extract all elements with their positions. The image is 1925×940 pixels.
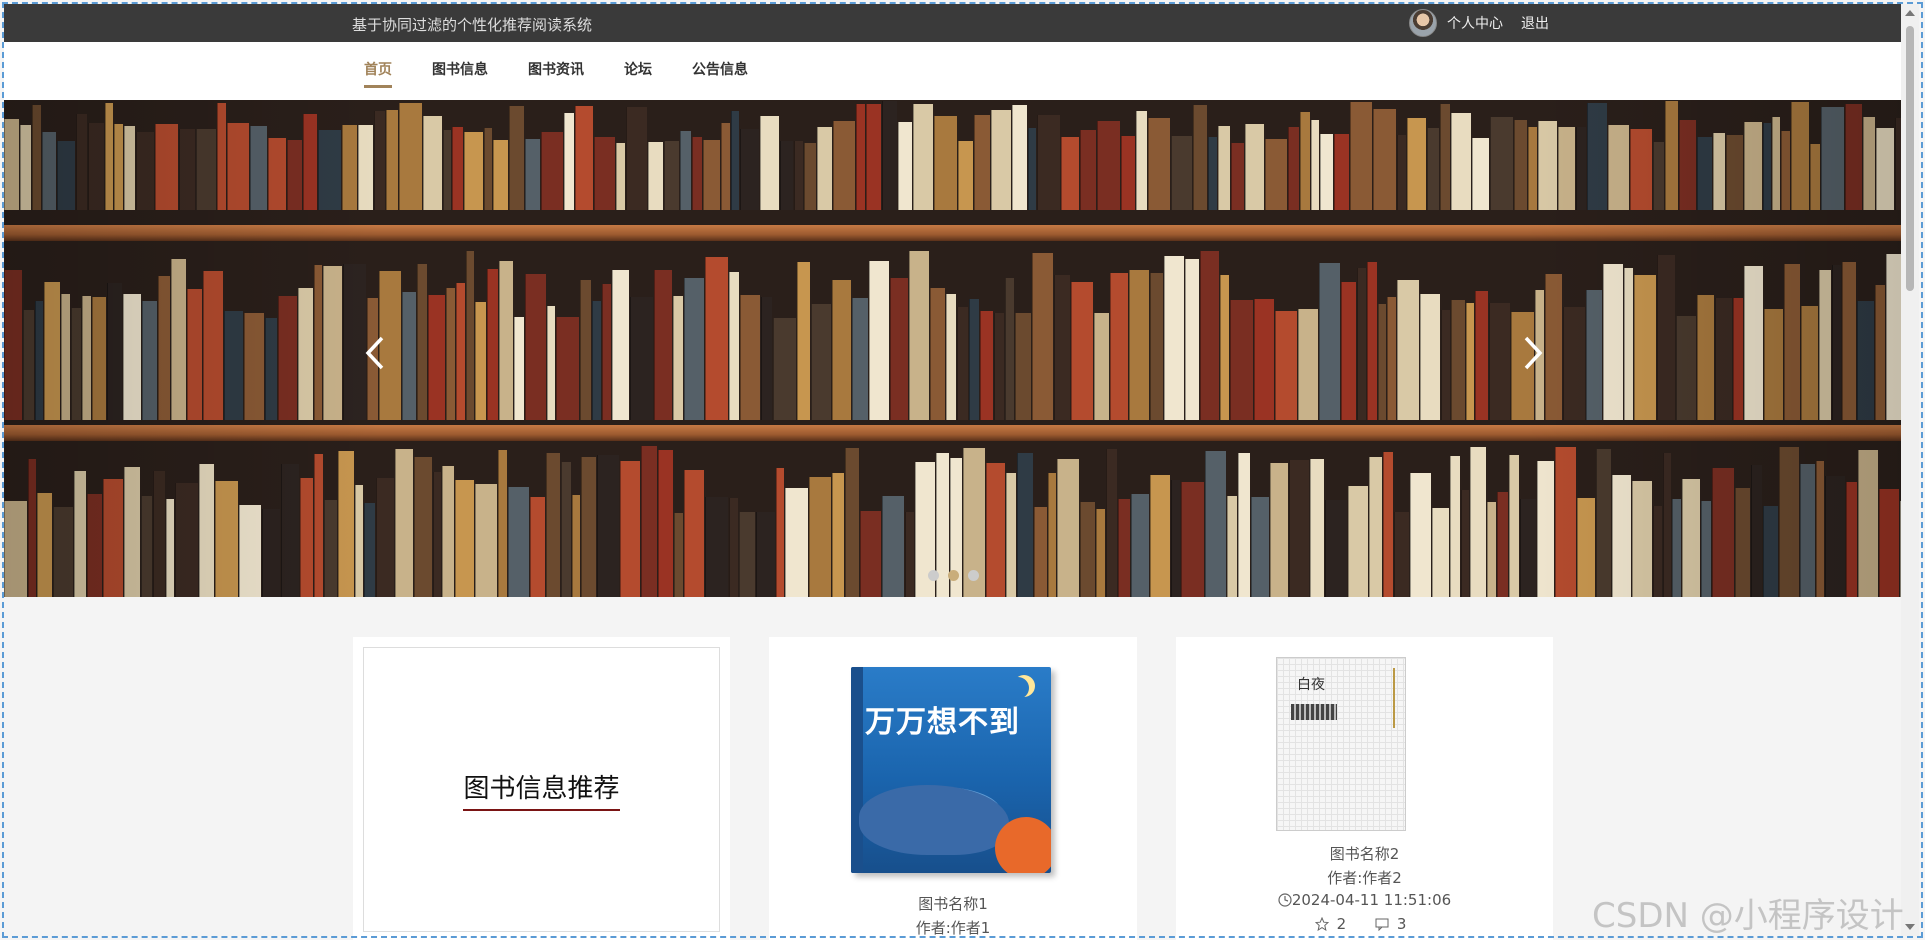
book-stats: 2 3: [1176, 915, 1553, 933]
clock-icon: [1278, 893, 1292, 907]
nav-item-home[interactable]: 首页: [364, 59, 392, 88]
main-nav-bar: 首页 图书信息 图书资讯 论坛 公告信息: [4, 42, 1901, 100]
cover-stripe: [1393, 668, 1395, 728]
recommend-title: 图书信息推荐: [463, 768, 620, 811]
carousel-dot-1[interactable]: [928, 570, 939, 581]
book-author: 作者:作者2: [1327, 869, 1402, 887]
carousel-dots: [928, 570, 988, 581]
comment-icon: [1375, 918, 1389, 932]
recommend-inner-box: 图书信息推荐: [363, 647, 720, 932]
nav-item-notices[interactable]: 公告信息: [692, 59, 748, 88]
user-center-link[interactable]: 个人中心: [1447, 13, 1503, 33]
banner-carousel[interactable]: [4, 100, 1901, 597]
cover-title: 白夜: [1297, 677, 1325, 693]
cover-spine: [851, 667, 863, 873]
carousel-dot-3[interactable]: [968, 570, 979, 581]
top-header-bar: 基于协同过滤的个性化推荐阅读系统 个人中心 退出: [4, 4, 1901, 42]
scroll-up-arrow-icon[interactable]: [1905, 10, 1915, 16]
book-time: 2024-04-11 11:51:06: [1176, 891, 1553, 909]
scroll-down-arrow-icon[interactable]: [1905, 924, 1915, 930]
cover-badge: [995, 817, 1051, 873]
scroll-thumb[interactable]: [1906, 26, 1914, 291]
carousel-prev-arrow-icon[interactable]: [356, 328, 396, 378]
nav-item-book-info[interactable]: 图书信息: [432, 59, 488, 88]
moon-icon: [1007, 677, 1029, 699]
book-name[interactable]: 图书名称1: [769, 893, 1137, 914]
carousel-next-arrow-icon[interactable]: [1512, 328, 1552, 378]
like-count[interactable]: 2: [1314, 915, 1355, 933]
book-author: 作者:作者1: [915, 919, 991, 937]
nav-item-book-news[interactable]: 图书资讯: [528, 59, 584, 88]
book-card[interactable]: 万万想不到 图书名称1 作者:作者1: [769, 637, 1137, 940]
page-scrollbar[interactable]: [1901, 4, 1919, 936]
watermark: CSDN @小程序设计: [1592, 896, 1904, 936]
user-area: 个人中心 退出: [1409, 9, 1567, 37]
nav-item-forum[interactable]: 论坛: [624, 59, 652, 88]
nav-menu: 首页 图书信息 图书资讯 论坛 公告信息: [364, 59, 788, 88]
cover-pattern: [1291, 704, 1337, 720]
site-title: 基于协同过滤的个性化推荐阅读系统: [352, 16, 593, 34]
recommend-card: 图书信息推荐: [353, 637, 730, 940]
carousel-dot-2[interactable]: [948, 570, 959, 581]
banner-shade: [4, 100, 1901, 597]
book-cover-image[interactable]: 白夜: [1276, 657, 1406, 831]
book-time-value: 2024-04-11 11:51:06: [1291, 891, 1452, 909]
comment-count[interactable]: 3: [1375, 915, 1415, 933]
star-icon: [1314, 916, 1329, 932]
book-name[interactable]: 图书名称2: [1176, 843, 1553, 864]
like-count-value: 2: [1336, 915, 1347, 933]
book-card[interactable]: 白夜 图书名称2 作者:作者2 2024-04-11 11:51:06 2 3: [1176, 637, 1553, 940]
cover-title: 万万想不到: [865, 705, 1020, 740]
book-cover-image[interactable]: 万万想不到: [851, 667, 1051, 873]
avatar[interactable]: [1409, 9, 1437, 37]
logout-link[interactable]: 退出: [1521, 13, 1549, 33]
comment-count-value: 3: [1396, 915, 1407, 933]
